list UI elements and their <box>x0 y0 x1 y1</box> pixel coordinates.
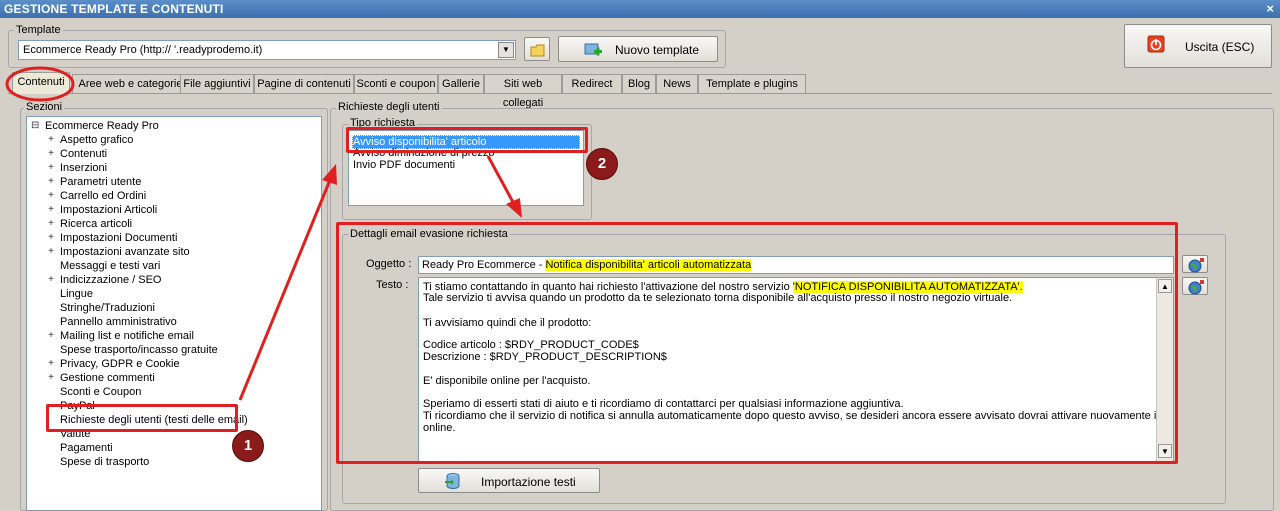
annotation-arrow-2 <box>486 155 516 205</box>
callout-badge-1: 1 <box>232 430 264 462</box>
annotation-box-email-details <box>336 222 1178 464</box>
annotation-arrowhead-2 <box>506 198 522 218</box>
annotation-circle-tab <box>5 66 75 102</box>
annotation-arrowhead-1 <box>322 164 337 185</box>
annotation-arrow-1 <box>238 179 332 401</box>
annotation-box-request-type <box>346 127 588 153</box>
annotation-box-tree-item <box>46 404 238 432</box>
callout-badge-2: 2 <box>586 148 618 180</box>
